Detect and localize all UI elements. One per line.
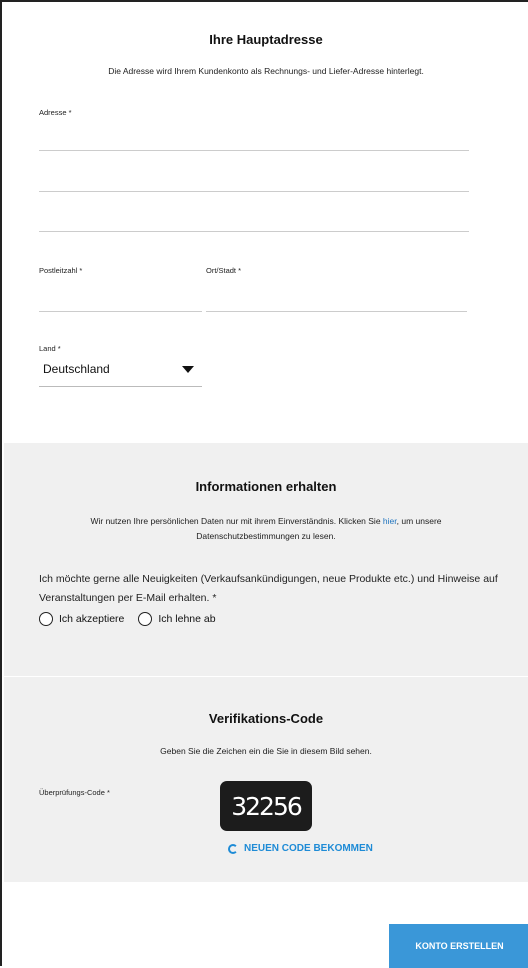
address-section: Ihre Hauptadresse Die Adresse wird Ihrem… (4, 4, 528, 443)
newsletter-options: Ich akzeptiere Ich lehne ab (39, 612, 216, 626)
address-line-2-input[interactable] (39, 191, 469, 192)
decline-radio[interactable] (138, 612, 153, 626)
city-input[interactable] (206, 311, 467, 312)
country-value: Deutschland (43, 362, 110, 376)
decline-option[interactable]: Ich lehne ab (138, 612, 216, 626)
address-title: Ihre Hauptadresse (209, 32, 323, 47)
address-line-3-input[interactable] (39, 231, 469, 232)
info-section: Informationen erhalten Wir nutzen Ihre p… (4, 443, 528, 676)
form-frame: Ihre Hauptadresse Die Adresse wird Ihrem… (0, 0, 528, 968)
captcha-image: 32256 (220, 781, 312, 831)
accept-option[interactable]: Ich akzeptiere (39, 612, 124, 626)
verification-section: Verifikations-Code Geben Sie die Zeichen… (4, 676, 528, 883)
address-subtitle: Die Adresse wird Ihrem Kundenkonto als R… (108, 66, 424, 76)
city-label: Ort/Stadt * (206, 266, 242, 275)
address-line-1-input[interactable] (39, 150, 469, 151)
address-label: Adresse * (39, 108, 72, 117)
country-underline (39, 386, 202, 387)
zip-label: Postleitzahl * (39, 266, 83, 275)
zip-input[interactable] (39, 311, 202, 312)
country-label: Land * (39, 344, 61, 353)
create-account-button[interactable]: KONTO ERSTELLEN (389, 924, 528, 968)
accept-label: Ich akzeptiere (59, 613, 125, 625)
refresh-label: NEUEN CODE BEKOMMEN (244, 843, 373, 854)
privacy-link[interactable]: hier (383, 516, 397, 526)
code-label: Überprüfungs-Code * (39, 788, 110, 797)
info-text-part: Wir nutzen Ihre persönlichen Daten nur m… (90, 516, 383, 526)
verification-subtitle: Geben Sie die Zeichen ein die Sie in die… (160, 746, 372, 756)
accept-radio[interactable] (39, 612, 53, 626)
refresh-code-button[interactable]: NEUEN CODE BEKOMMEN (228, 843, 373, 854)
verification-title: Verifikations-Code (208, 711, 324, 726)
info-description: Wir nutzen Ihre persönlichen Daten nur m… (44, 514, 488, 544)
decline-label: Ich lehne ab (158, 613, 216, 625)
chevron-down-icon (182, 366, 194, 373)
newsletter-question: Ich möchte gerne alle Neuigkeiten (Verka… (39, 573, 498, 604)
info-title: Informationen erhalten (195, 479, 337, 494)
footer-section: KONTO ERSTELLEN (4, 882, 528, 968)
refresh-icon (228, 843, 238, 854)
